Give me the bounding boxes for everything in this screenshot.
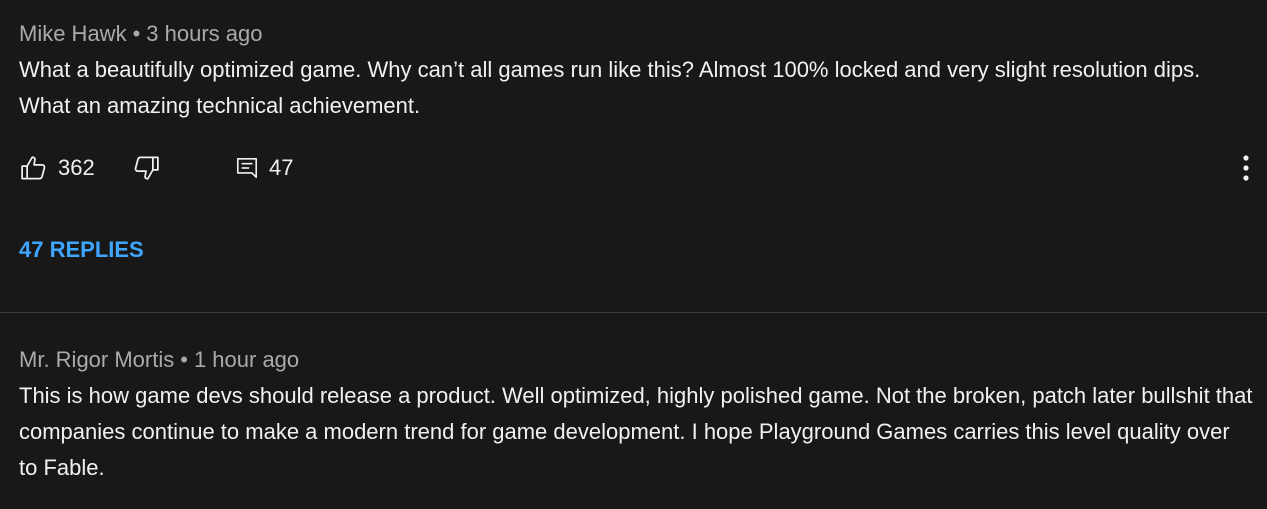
comment-author[interactable]: Mike Hawk xyxy=(19,21,127,46)
comment-time[interactable]: 1 hour ago xyxy=(194,347,299,372)
meta-separator: • xyxy=(132,21,141,46)
more-actions-button[interactable] xyxy=(1233,150,1259,186)
comment-text: What a beautifully optimized game. Why c… xyxy=(19,57,1201,118)
comment-thread: Mike Hawk • 3 hours ago What a beautifully… xyxy=(0,0,1267,312)
comment-thread: Mr. Rigor Mortis • 1 hour ago This is how … xyxy=(0,313,1267,509)
comment-meta: Mr. Rigor Mortis • 1 hour ago xyxy=(19,347,299,373)
dislike-button[interactable] xyxy=(131,150,161,186)
reply-button[interactable]: 47 xyxy=(234,150,293,186)
comment-actions: 362 47 xyxy=(0,150,1267,186)
thumbs-down-icon xyxy=(134,156,159,180)
like-button[interactable]: 362 xyxy=(19,150,95,186)
comment-meta: Mike Hawk • 3 hours ago xyxy=(19,21,262,47)
thumbs-up-icon xyxy=(21,156,46,180)
meta-separator: • xyxy=(180,347,188,372)
comment-icon xyxy=(236,157,258,179)
more-vert-icon xyxy=(1243,155,1249,181)
comment-author[interactable]: Mr. Rigor Mortis xyxy=(19,347,174,372)
reply-count: 47 xyxy=(269,155,294,180)
view-replies-link[interactable]: 47 REPLIES xyxy=(19,236,144,264)
comment-text: This is how game devs should release a p… xyxy=(19,383,1253,480)
comment-time[interactable]: 3 hours ago xyxy=(146,21,262,46)
like-count: 362 xyxy=(58,155,95,180)
